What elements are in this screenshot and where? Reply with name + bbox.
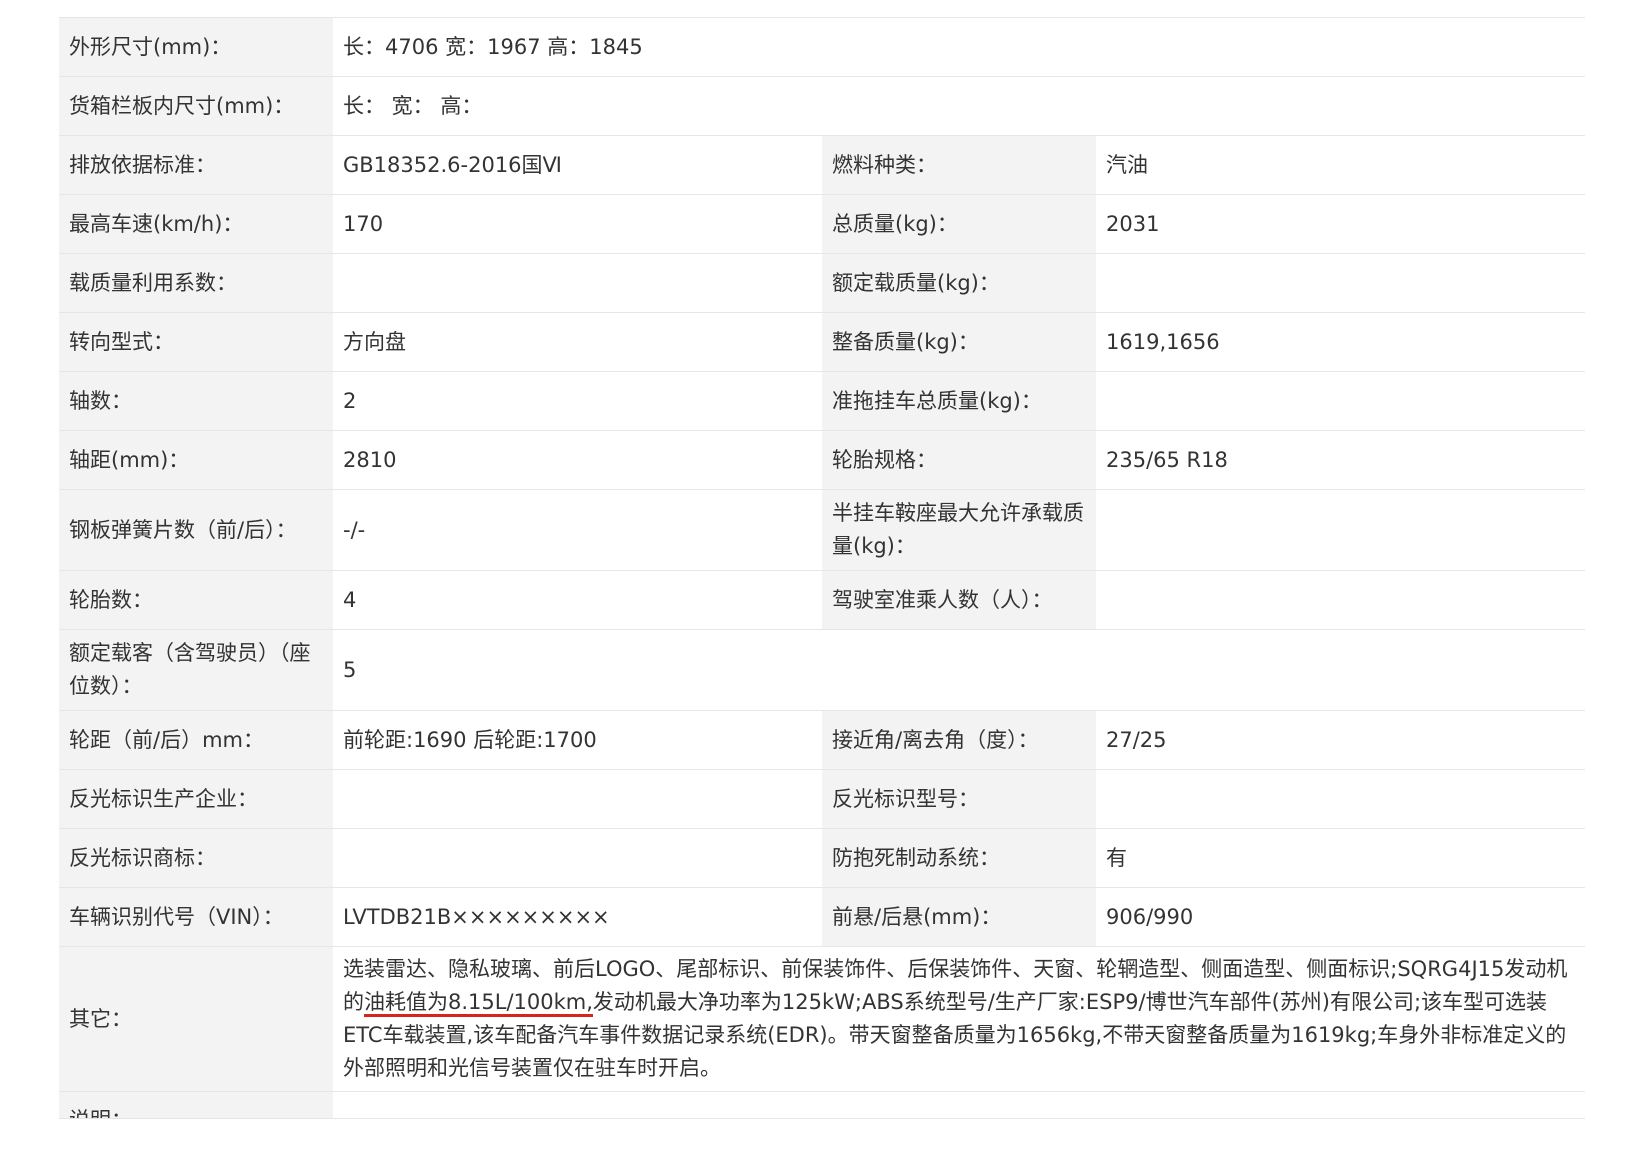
spec-value: LVTDB21B××××××××× xyxy=(333,888,822,946)
spec-value: 汽油 xyxy=(1096,136,1585,194)
spec-value xyxy=(333,829,822,887)
spec-label: 整备质量(kg)： xyxy=(822,313,1096,371)
spec-value xyxy=(333,254,822,312)
spec-value: 235/65 R18 xyxy=(1096,431,1585,489)
spec-value xyxy=(1096,770,1585,828)
spec-row-wheelbase: 轴距(mm)： 2810 轮胎规格： 235/65 R18 xyxy=(59,431,1585,490)
spec-value: 有 xyxy=(1096,829,1585,887)
spec-row-steering: 转向型式： 方向盘 整备质量(kg)： 1619,1656 xyxy=(59,313,1585,372)
fuel-consumption-highlight: 油耗值为8.15L/100km, xyxy=(364,990,593,1017)
spec-row-reflective-brand: 反光标识商标： 防抱死制动系统： 有 xyxy=(59,829,1585,888)
spec-value: 长： 宽： 高： xyxy=(333,77,1585,135)
spec-value xyxy=(1096,254,1585,312)
vehicle-spec-table: 外形尺寸(mm)： 长：4706 宽：1967 高：1845 货箱栏板内尺寸(m… xyxy=(59,17,1585,1119)
spec-value xyxy=(333,1092,1585,1118)
spec-row-seats: 额定载客（含驾驶员）（座位数）： 5 xyxy=(59,630,1585,711)
spec-label: 反光标识生产企业： xyxy=(59,770,333,828)
spec-value xyxy=(1096,490,1585,570)
spec-label: 外形尺寸(mm)： xyxy=(59,18,333,76)
spec-label: 额定载客（含驾驶员）（座位数）： xyxy=(59,630,333,710)
spec-label: 半挂车鞍座最大允许承载质量(kg)： xyxy=(822,490,1096,570)
spec-value: 2810 xyxy=(333,431,822,489)
spec-value: 2031 xyxy=(1096,195,1585,253)
spec-row-emission: 排放依据标准： GB18352.6-2016国Ⅵ 燃料种类： 汽油 xyxy=(59,136,1585,195)
spec-row-axles: 轴数： 2 准拖挂车总质量(kg)： xyxy=(59,372,1585,431)
spec-value: 170 xyxy=(333,195,822,253)
spec-label: 轴距(mm)： xyxy=(59,431,333,489)
spec-label: 轮胎数： xyxy=(59,571,333,629)
spec-label: 准拖挂车总质量(kg)： xyxy=(822,372,1096,430)
spec-label: 轮胎规格： xyxy=(822,431,1096,489)
spec-value xyxy=(333,770,822,828)
spec-row-vin: 车辆识别代号（VIN）： LVTDB21B××××××××× 前悬/后悬(mm)… xyxy=(59,888,1585,947)
spec-value: 长：4706 宽：1967 高：1845 xyxy=(333,18,1585,76)
spec-label: 额定载质量(kg)： xyxy=(822,254,1096,312)
spec-label: 货箱栏板内尺寸(mm)： xyxy=(59,77,333,135)
spec-label: 轴数： xyxy=(59,372,333,430)
spec-label: 钢板弹簧片数（前/后）： xyxy=(59,490,333,570)
spec-row-description: 说明： xyxy=(59,1092,1585,1119)
spec-label: 轮距（前/后）mm： xyxy=(59,711,333,769)
spec-row-leaf-springs: 钢板弹簧片数（前/后）： -/- 半挂车鞍座最大允许承载质量(kg)： xyxy=(59,490,1585,571)
spec-value: 前轮距:1690 后轮距:1700 xyxy=(333,711,822,769)
spec-label: 载质量利用系数： xyxy=(59,254,333,312)
spec-value: 2 xyxy=(333,372,822,430)
spec-label: 接近角/离去角（度）： xyxy=(822,711,1096,769)
spec-row-reflective-maker: 反光标识生产企业： 反光标识型号： xyxy=(59,770,1585,829)
spec-row-track: 轮距（前/后）mm： 前轮距:1690 后轮距:1700 接近角/离去角（度）：… xyxy=(59,711,1585,770)
spec-label: 说明： xyxy=(59,1092,333,1118)
spec-row-other: 其它： 选装雷达、隐私玻璃、前后LOGO、尾部标识、前保装饰件、后保装饰件、天窗… xyxy=(59,947,1585,1092)
spec-value: 906/990 xyxy=(1096,888,1585,946)
spec-label: 最高车速(km/h)： xyxy=(59,195,333,253)
spec-value: 方向盘 xyxy=(333,313,822,371)
spec-row-speed: 最高车速(km/h)： 170 总质量(kg)： 2031 xyxy=(59,195,1585,254)
spec-value: 5 xyxy=(333,630,1585,710)
spec-row-dimensions: 外形尺寸(mm)： 长：4706 宽：1967 高：1845 xyxy=(59,18,1585,77)
other-notes-text: 选装雷达、隐私玻璃、前后LOGO、尾部标识、前保装饰件、后保装饰件、天窗、轮辋造… xyxy=(343,953,1575,1085)
spec-label: 总质量(kg)： xyxy=(822,195,1096,253)
spec-value: 4 xyxy=(333,571,822,629)
spec-value xyxy=(1096,372,1585,430)
spec-value: -/- xyxy=(333,490,822,570)
spec-label: 排放依据标准： xyxy=(59,136,333,194)
spec-label: 前悬/后悬(mm)： xyxy=(822,888,1096,946)
spec-label: 燃料种类： xyxy=(822,136,1096,194)
spec-label: 转向型式： xyxy=(59,313,333,371)
spec-label: 驾驶室准乘人数（人）： xyxy=(822,571,1096,629)
spec-value: 1619,1656 xyxy=(1096,313,1585,371)
spec-label: 反光标识型号： xyxy=(822,770,1096,828)
spec-label: 车辆识别代号（VIN）： xyxy=(59,888,333,946)
spec-label: 其它： xyxy=(59,947,333,1091)
spec-row-load-factor: 载质量利用系数： 额定载质量(kg)： xyxy=(59,254,1585,313)
spec-value: GB18352.6-2016国Ⅵ xyxy=(333,136,822,194)
spec-value xyxy=(1096,571,1585,629)
spec-label: 防抱死制动系统： xyxy=(822,829,1096,887)
spec-label: 反光标识商标： xyxy=(59,829,333,887)
other-notes: 选装雷达、隐私玻璃、前后LOGO、尾部标识、前保装饰件、后保装饰件、天窗、轮辋造… xyxy=(333,947,1585,1091)
spec-row-tires: 轮胎数： 4 驾驶室准乘人数（人）： xyxy=(59,571,1585,630)
spec-value: 27/25 xyxy=(1096,711,1585,769)
spec-row-cargo-box: 货箱栏板内尺寸(mm)： 长： 宽： 高： xyxy=(59,77,1585,136)
